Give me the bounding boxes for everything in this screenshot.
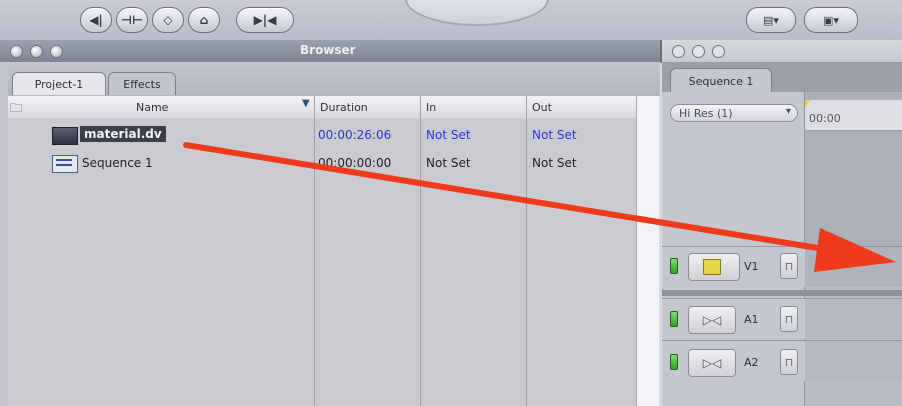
in-out-button[interactable]: ▶|◀	[236, 7, 294, 33]
in-column-header[interactable]: In	[420, 96, 526, 118]
track-lane-a1[interactable]	[805, 298, 902, 339]
track-label-v1: V1	[744, 260, 759, 273]
sequence-duration: 00:00:00:00	[318, 156, 392, 170]
name-column-header[interactable]: 🗀 Name ▼	[8, 96, 314, 118]
list-item[interactable]: Sequence 1 00:00:00:00 Not Set Not Set	[50, 153, 636, 175]
ruler-timecode: 00:00	[809, 112, 841, 125]
playhead-icon[interactable]	[805, 100, 810, 108]
view-options-button[interactable]: ▤▾	[746, 7, 796, 33]
lock-icon[interactable]: ⊓	[780, 349, 798, 375]
toolbar: ◀| ⊣⊢ ◇ ⌂ ▶|◀ ▤▾ ▣▾	[0, 0, 902, 41]
viewer-lens	[405, 0, 549, 26]
timeline-minimize-light[interactable]	[692, 45, 705, 58]
lock-icon[interactable]: ⊓	[780, 253, 798, 279]
video-audio-divider[interactable]	[662, 290, 902, 296]
audio-enable-toggle[interactable]	[670, 354, 678, 370]
browser-tabstrip: Project-1 Effects	[0, 62, 660, 96]
timeline-titlebar	[660, 40, 902, 63]
track-lane-a2[interactable]	[805, 340, 902, 381]
browser-titlebar: Browser	[0, 40, 660, 63]
close-light[interactable]	[10, 45, 23, 58]
mark-clip-button[interactable]: ◀|	[80, 7, 112, 33]
add-marker-button[interactable]: ◇	[152, 7, 184, 33]
track-label-a1: A1	[744, 313, 759, 326]
clip-duration: 00:00:26:06	[318, 128, 392, 142]
sequence-icon	[52, 155, 78, 173]
tab-effects[interactable]: Effects	[108, 72, 176, 95]
match-frame-button[interactable]: ⊣⊢	[116, 7, 148, 33]
tab-sequence-1[interactable]: Sequence 1	[670, 68, 772, 93]
list-item[interactable]: material.dv 00:00:26:06 Not Set Not Set	[50, 125, 636, 147]
overlay-options-button[interactable]: ▣▾	[804, 7, 858, 33]
lock-icon[interactable]: ⊓	[780, 306, 798, 332]
minimize-light[interactable]	[30, 45, 43, 58]
sort-icon: ▼	[302, 98, 310, 109]
sequence-out: Not Set	[532, 156, 577, 170]
bin-icon: 🗀	[10, 101, 23, 115]
out-column-header[interactable]: Out	[526, 96, 636, 118]
track-visibility-toggle[interactable]	[670, 258, 678, 274]
browser-scrollbar[interactable]	[636, 96, 659, 406]
audio-enable-toggle[interactable]	[670, 311, 678, 327]
name-column-label: Name	[136, 100, 169, 114]
chevron-down-icon: ▾	[785, 106, 791, 117]
clip-icon	[52, 127, 78, 145]
speaker-icon[interactable]: ▷◁	[688, 349, 736, 377]
view-icon: ▤▾	[763, 13, 779, 27]
clip-name: material.dv	[80, 126, 166, 142]
tab-project-1[interactable]: Project-1	[12, 72, 106, 95]
clip-out: Not Set	[532, 128, 577, 142]
timeline-close-light[interactable]	[672, 45, 685, 58]
column-header: 🗀 Name ▼ Duration In Out	[8, 96, 636, 119]
browser-edge	[0, 62, 8, 406]
source-patch-v1[interactable]	[688, 253, 740, 281]
mark-clip-icon: ◀|	[89, 13, 103, 27]
timeline-zoom-light[interactable]	[712, 45, 725, 58]
keyframe-button[interactable]: ⌂	[188, 7, 220, 33]
match-frame-icon: ⊣⊢	[121, 13, 143, 27]
lock-icon: ⌂	[199, 13, 209, 27]
speaker-icon[interactable]: ▷◁	[688, 306, 736, 334]
sequence-in: Not Set	[426, 156, 471, 170]
resolution-value: Hi Res (1)	[679, 106, 733, 120]
overlay-icon: ▣▾	[823, 13, 839, 27]
duration-column-header[interactable]: Duration	[314, 96, 420, 118]
clip-in: Not Set	[426, 128, 471, 142]
browser-title: Browser	[300, 43, 356, 57]
resolution-select[interactable]: Hi Res (1) ▾	[670, 104, 798, 122]
in-out-icon: ▶|◀	[253, 13, 277, 27]
marker-icon: ◇	[163, 13, 173, 27]
zoom-light[interactable]	[50, 45, 63, 58]
sequence-name: Sequence 1	[82, 156, 153, 170]
track-label-a2: A2	[744, 356, 759, 369]
timeline-ruler[interactable]: 00:00	[805, 100, 902, 131]
track-lane-v1[interactable]	[805, 246, 902, 287]
